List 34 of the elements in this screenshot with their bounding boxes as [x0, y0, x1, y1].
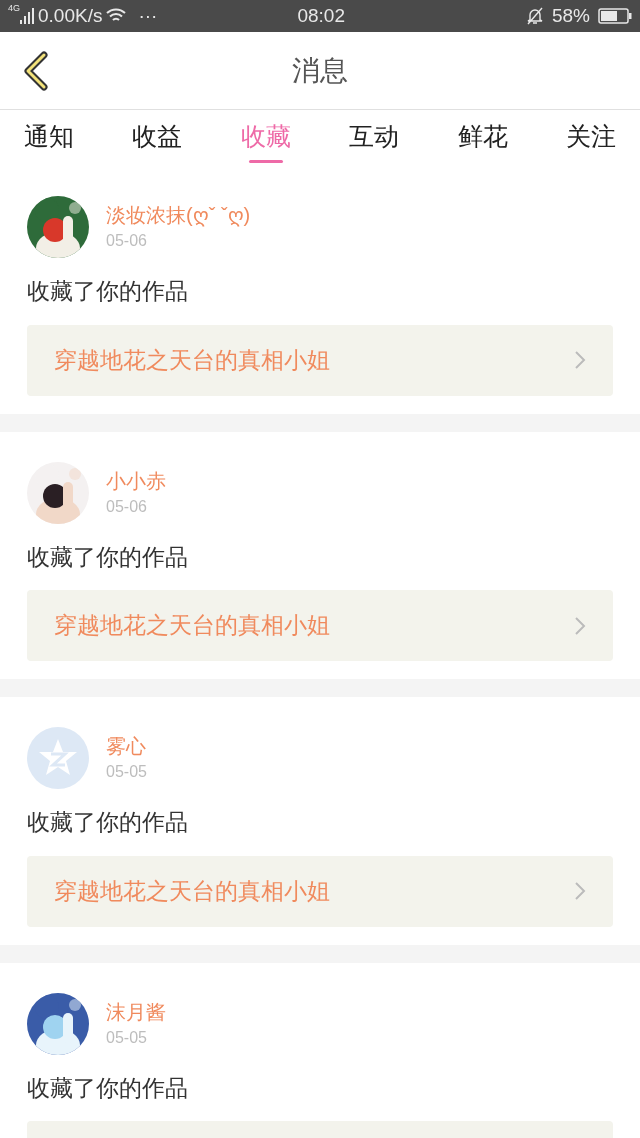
battery-icon: [598, 8, 632, 24]
chevron-right-icon: [574, 350, 586, 370]
tab[interactable]: 互动: [349, 110, 400, 166]
signal-icon: [20, 8, 34, 24]
message-text: 收藏了你的作品: [27, 808, 189, 837]
muted-bell-icon: [525, 7, 544, 25]
user-name[interactable]: 小小赤: [106, 466, 166, 495]
message-text: 收藏了你的作品: [27, 277, 189, 306]
user-name[interactable]: 淡妆浓抹(ღˇ ˇღ): [106, 201, 251, 229]
network-speed: 0.00K/s: [38, 3, 103, 28]
message-date: 05-05: [106, 1027, 148, 1048]
work-link[interactable]: 穿越地花之天台的真相小姐: [27, 590, 613, 661]
tab[interactable]: 通知: [24, 110, 74, 166]
tab[interactable]: 鲜花: [457, 110, 508, 166]
default-avatar-icon: [27, 727, 89, 789]
work-link[interactable]: 穿越地花之天台的真相小姐: [27, 855, 613, 927]
user-name[interactable]: 雾心: [106, 732, 147, 760]
tab[interactable]: 收益: [132, 110, 183, 166]
message-text: 收藏了你的作品: [27, 1073, 189, 1103]
message-date: 05-05: [106, 762, 147, 782]
page-title: 消息: [292, 53, 348, 88]
message-text: 收藏了你的作品: [27, 542, 189, 572]
chevron-right-icon: [574, 881, 586, 901]
tab[interactable]: 关注: [565, 110, 616, 166]
chevron-right-icon: [574, 615, 586, 636]
tab[interactable]: 收藏: [240, 110, 291, 166]
user-name[interactable]: 沫月酱: [106, 997, 166, 1026]
work-link[interactable]: 穿越地花之天台的真相小姐: [27, 324, 613, 396]
battery-percent: 58%: [551, 3, 590, 28]
clock: 08:02: [297, 3, 345, 28]
more-indicator: ···: [138, 3, 158, 28]
message-date: 05-06: [106, 496, 148, 517]
message-date: 05-06: [106, 231, 148, 251]
signal-indicator: 4G: [8, 4, 20, 13]
